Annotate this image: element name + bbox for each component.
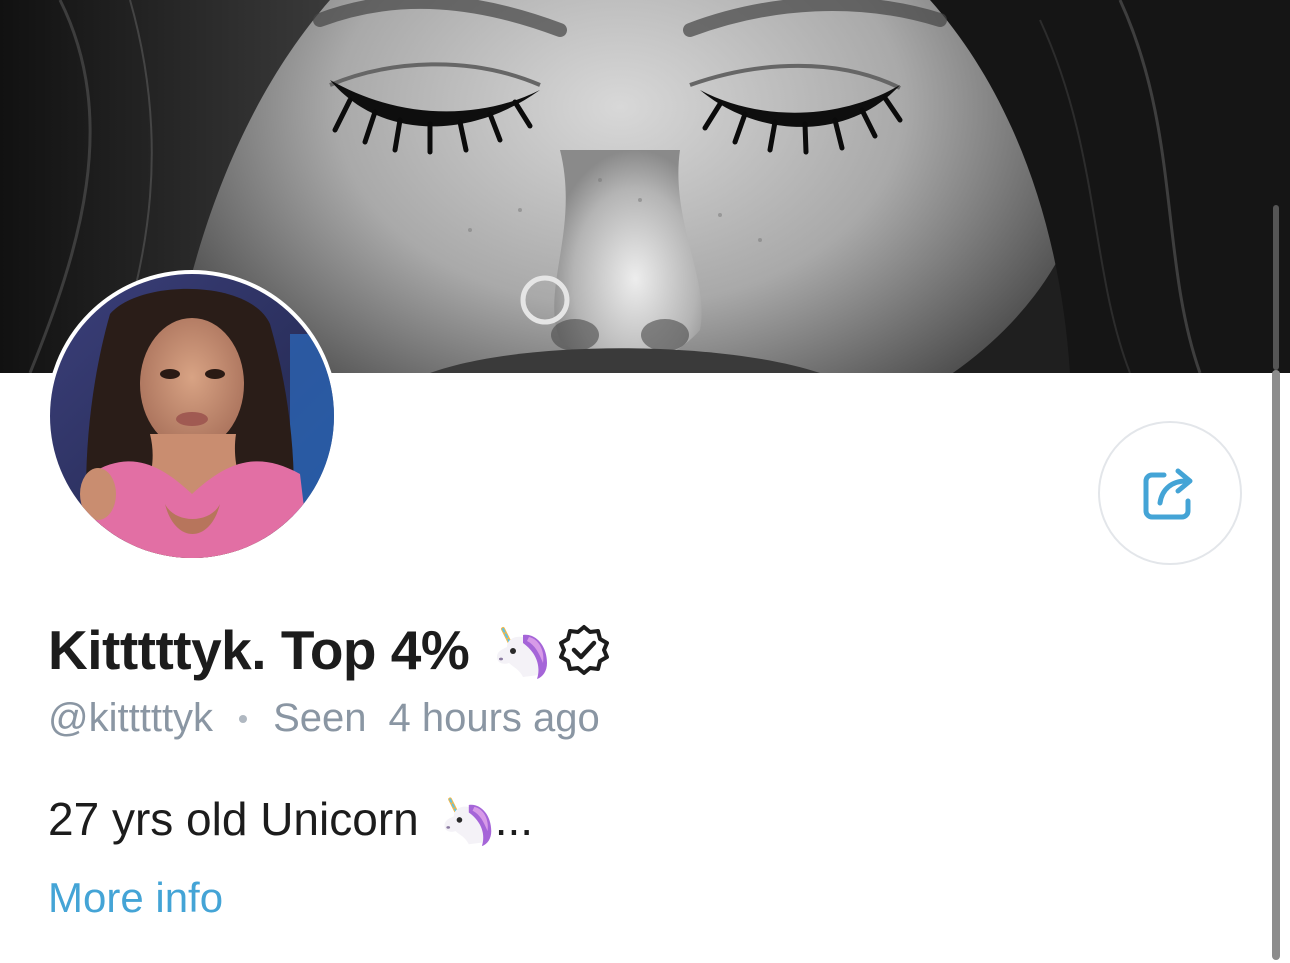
last-seen-time: 4 hours ago <box>388 696 600 740</box>
bio: 27 yrs old Unicorn ... <box>48 790 533 848</box>
name-row: Kitttttyk. Top 4% <box>48 612 611 688</box>
scrollbar-thumb[interactable] <box>1272 370 1280 960</box>
unicorn-icon <box>437 790 495 848</box>
separator-dot <box>239 714 248 723</box>
unicorn-icon <box>489 619 551 681</box>
profile-page: Kitttttyk. Top 4% @kitttttyk Seen 4 hour… <box>0 0 1290 963</box>
avatar[interactable] <box>46 270 338 562</box>
bio-ellipsis: ... <box>494 793 534 845</box>
share-button[interactable] <box>1098 421 1242 565</box>
username-handle: @kitttttyk <box>48 696 214 740</box>
scrollbar-thumb-upper[interactable] <box>1273 205 1279 370</box>
more-info-link[interactable]: More info <box>48 874 223 922</box>
verified-badge-icon <box>557 623 611 677</box>
handle-row: @kitttttyk Seen 4 hours ago <box>48 696 600 741</box>
share-icon <box>1143 468 1193 520</box>
bio-text: 27 yrs old Unicorn <box>48 793 419 845</box>
seen-label: Seen <box>273 696 367 740</box>
display-name: Kitttttyk. Top 4% <box>48 619 470 681</box>
